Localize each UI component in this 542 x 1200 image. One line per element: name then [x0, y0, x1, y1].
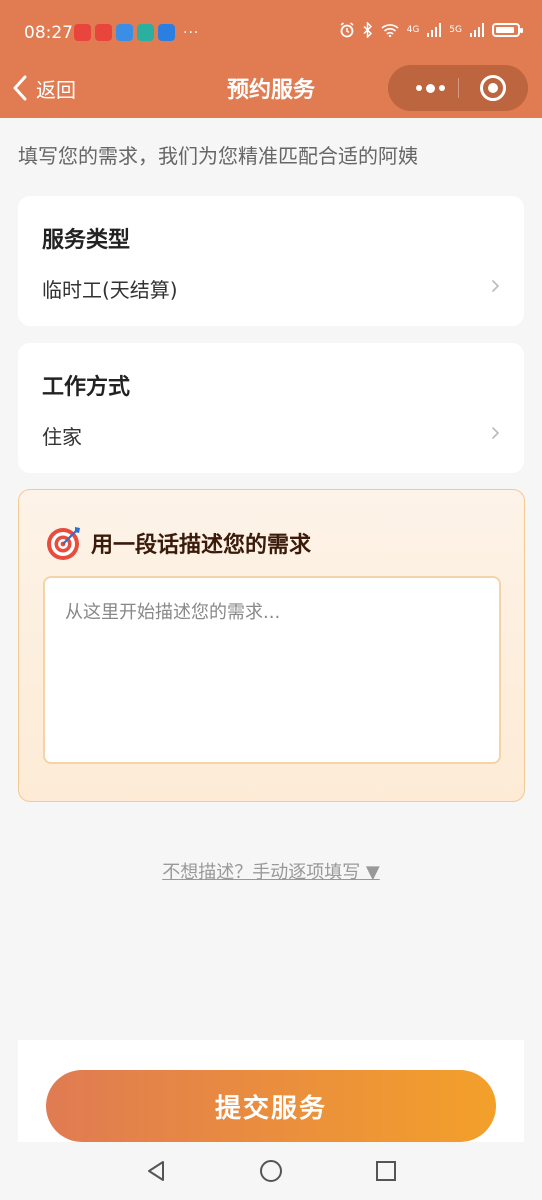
submit-button[interactable]: 提交服务: [46, 1070, 496, 1142]
bluetooth-icon: [363, 22, 372, 38]
chevron-right-icon: [492, 427, 500, 439]
describe-header: 用一段话描述您的需求: [45, 524, 311, 562]
app-notification-icon: [95, 24, 112, 41]
signal-bars-icon: [470, 23, 484, 37]
recents-square-icon[interactable]: [374, 1159, 398, 1183]
describe-title: 用一段话描述您的需求: [91, 533, 312, 558]
app-notification-icon: [137, 24, 154, 41]
nav-bar: 返回 预约服务: [0, 60, 542, 116]
signal-type-2: 5G: [449, 24, 462, 35]
battery-level: [496, 27, 514, 33]
intro-text: 填写您的需求，我们为您精准匹配合适的阿姨: [18, 144, 418, 168]
work-mode-value: 住家: [42, 425, 82, 449]
requirement-input[interactable]: [43, 576, 501, 764]
work-mode-title: 工作方式: [42, 375, 131, 400]
close-miniprogram-button[interactable]: [480, 75, 506, 101]
target-icon: [47, 527, 80, 560]
notification-icons: ···: [74, 24, 199, 41]
service-type-card[interactable]: 服务类型 临时工(天结算): [18, 196, 524, 326]
status-time: 08:27: [24, 23, 73, 43]
system-nav-bar: [0, 1142, 542, 1200]
manual-fill-link[interactable]: 不想描述？手动逐项填写 ▼: [0, 858, 542, 884]
more-notifications: ···: [183, 24, 200, 41]
service-type-title: 服务类型: [42, 228, 131, 253]
header: 08:27 ··· 4G 5G 返回 预约服务: [0, 0, 542, 118]
status-bar: 08:27 ··· 4G 5G: [0, 0, 542, 60]
back-triangle-icon[interactable]: [144, 1159, 168, 1183]
weather-notification-icon: [116, 24, 133, 41]
miniprogram-capsule: [388, 65, 528, 111]
status-indicators: 4G 5G: [339, 22, 523, 38]
chevron-right-icon: [492, 280, 500, 292]
alarm-icon: [340, 22, 354, 38]
more-options-button[interactable]: [408, 77, 452, 99]
home-circle-icon[interactable]: [259, 1159, 283, 1183]
app-notification-icon: [74, 24, 91, 41]
wifi-icon: [381, 24, 399, 37]
battery-icon: [492, 23, 523, 37]
signal-type-1: 4G: [406, 24, 420, 35]
app-notification-icon: [158, 24, 175, 41]
signal-bars-icon: [427, 23, 442, 37]
capsule-divider: [458, 78, 459, 98]
work-mode-card[interactable]: 工作方式 住家: [18, 343, 524, 473]
describe-section: 用一段话描述您的需求: [18, 489, 525, 802]
service-type-value: 临时工(天结算): [42, 278, 178, 302]
